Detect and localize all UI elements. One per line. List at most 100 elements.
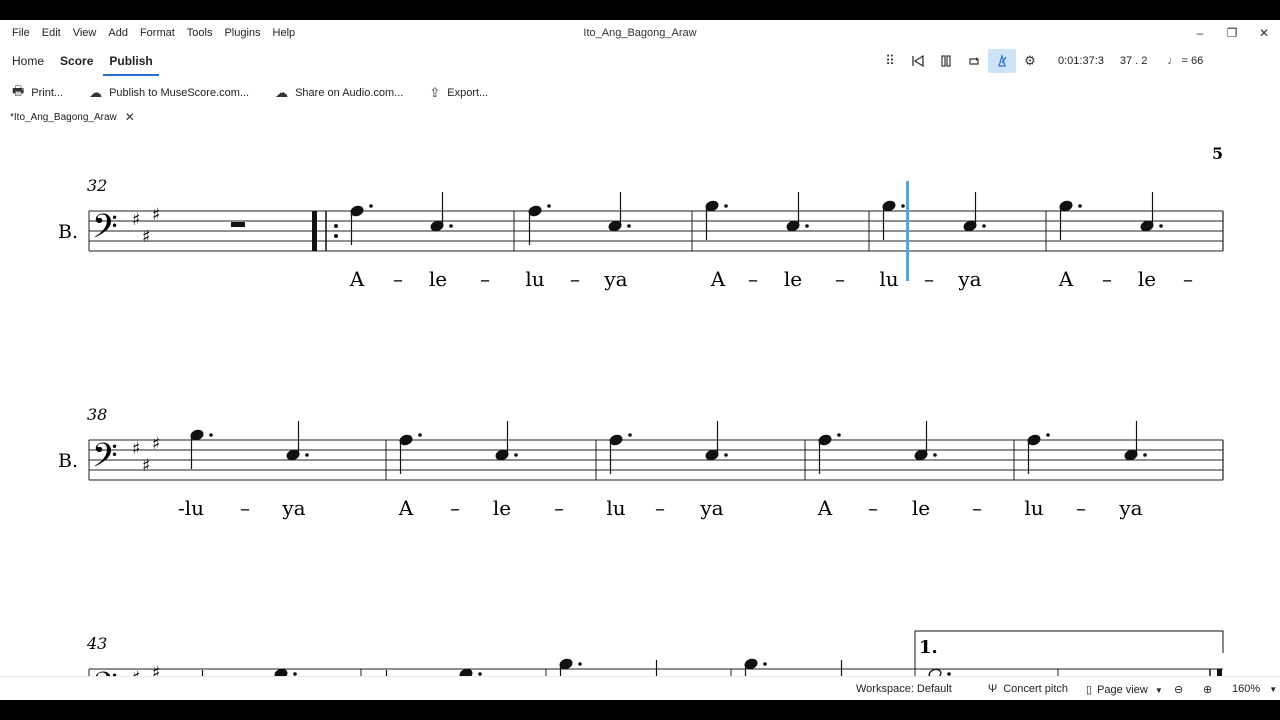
tempo-value: = 66 [1181, 55, 1204, 67]
status-bar: Workspace: Default Ψ Concert pitch ▯ Page … [0, 676, 1280, 700]
augmentation-dot [763, 662, 767, 666]
menu-plugins[interactable]: Plugins [218, 27, 266, 39]
sharp-icon: ♯ [142, 456, 150, 476]
score-canvas[interactable]: 5 32 B. 𝄢 ♯ ♯ ♯ A – le – lu – ya A – le – lu – ya A – le –38 B. 𝄢 ♯… [0, 128, 1280, 676]
lyric-syllable: A [710, 267, 726, 291]
repeat-dot [334, 234, 338, 238]
measure-number: 43 [86, 634, 107, 653]
tuning-fork-icon: Ψ [988, 683, 998, 695]
playback-settings-button[interactable]: ⚙ [1016, 49, 1044, 73]
chevron-down-icon: ▼ [1269, 685, 1278, 694]
lyric-syllable: le [784, 267, 802, 291]
export-label: Export... [447, 87, 489, 99]
time-readout: 0:01:37:3 [1058, 55, 1104, 67]
tab-publish[interactable]: Publish [101, 46, 160, 76]
tab-score[interactable]: Score [52, 46, 101, 76]
lyric-syllable: – [450, 496, 460, 520]
augmentation-dot [1159, 224, 1163, 228]
lyric-syllable: ya [957, 267, 981, 291]
lyric-syllable: – [570, 267, 580, 291]
print-button[interactable]: 🖶 Print... [12, 82, 63, 104]
export-button[interactable]: ⇪ Export... [429, 85, 488, 101]
augmentation-dot [982, 224, 986, 228]
close-icon[interactable]: ✕ [125, 110, 135, 124]
lyric-syllable: – [655, 496, 665, 520]
page-icon: ▯ [1086, 684, 1093, 696]
share-label: Share on Audio.com... [295, 87, 404, 99]
rewind-button[interactable] [904, 49, 932, 73]
close-window-button[interactable]: ✕ [1248, 20, 1280, 46]
augmentation-dot [305, 453, 309, 457]
whole-rest [231, 222, 245, 227]
lyric-syllable: -lu [178, 496, 204, 520]
rewind-icon [912, 54, 924, 68]
menu-tools[interactable]: Tools [181, 27, 219, 39]
augmentation-dot [578, 662, 582, 666]
menu-help[interactable]: Help [267, 27, 302, 39]
menu-bar: File Edit View Add Format Tools Plugins … [6, 27, 301, 39]
menu-view[interactable]: View [67, 27, 103, 39]
score-file-tab-label: *Ito_Ang_Bagong_Araw [10, 111, 117, 123]
lyric-syllable: A [1058, 267, 1074, 291]
menu-edit[interactable]: Edit [36, 27, 67, 39]
zoom-in-button[interactable]: ⊕ [1203, 683, 1212, 696]
sharp-icon: ♯ [152, 205, 160, 225]
bass-clef-icon: 𝄢 [92, 437, 118, 483]
loop-button[interactable] [960, 49, 988, 73]
metronome-icon [998, 54, 1007, 67]
page-view-selector[interactable]: ▯ Page view ▼ [1086, 683, 1163, 696]
lyric-syllable: le [912, 496, 930, 520]
zoom-level[interactable]: 160% ▼ [1232, 683, 1277, 695]
score-file-tab[interactable]: *Ito_Ang_Bagong_Araw ✕ [10, 110, 135, 124]
playback-toolbar: ⠿ ⚙ 0:01:37:3 37 . 2 ♩ = 66 [876, 46, 1203, 76]
menu-file[interactable]: File [6, 27, 36, 39]
metronome-button[interactable] [988, 49, 1016, 73]
menu-add[interactable]: Add [102, 27, 134, 39]
concert-pitch-toggle[interactable]: Ψ Concert pitch [988, 683, 1068, 695]
lyric-syllable: le [429, 267, 447, 291]
thick-barline [312, 211, 317, 251]
lyric-syllable: lu [1024, 496, 1043, 520]
chevron-down-icon: ▼ [1154, 686, 1163, 695]
drag-handle-icon[interactable]: ⠿ [876, 49, 904, 73]
lyric-syllable: A [817, 496, 833, 520]
lyric-syllable: ya [281, 496, 305, 520]
share-audio-button[interactable]: ☁ Share on Audio.com... [275, 85, 403, 101]
lyric-syllable: – [835, 267, 845, 291]
augmentation-dot [418, 433, 422, 437]
measure-beat-readout: 37 . 2 [1119, 55, 1148, 67]
augmentation-dot [1046, 433, 1050, 437]
measure-number: 38 [87, 405, 107, 424]
page-view-label: Page view [1097, 684, 1148, 696]
publish-musescore-button[interactable]: ☁ Publish to MuseScore.com... [89, 85, 249, 101]
restore-button[interactable]: ❐ [1216, 20, 1248, 46]
print-label: Print... [31, 87, 64, 99]
sharp-icon: ♯ [142, 227, 150, 247]
pause-button[interactable] [932, 49, 960, 73]
lyric-syllable: – [748, 267, 758, 291]
title-bar: File Edit View Add Format Tools Plugins … [0, 20, 1280, 46]
tab-home[interactable]: Home [4, 46, 52, 76]
volta-label: 1. [919, 637, 938, 658]
lyric-syllable: – [554, 496, 564, 520]
augmentation-dot [449, 224, 453, 228]
instrument-name: B. [58, 450, 78, 472]
sharp-icon: ♯ [132, 668, 140, 676]
measure-number: 32 [87, 176, 107, 195]
menu-format[interactable]: Format [134, 27, 181, 39]
sharp-icon: ♯ [132, 210, 140, 230]
gear-icon: ⚙ [1024, 53, 1036, 68]
minimize-button[interactable]: – [1184, 20, 1216, 46]
instrument-name: B. [58, 221, 78, 243]
lyric-syllable: – [972, 496, 982, 520]
cloud-share-icon: ☁ [275, 85, 289, 100]
augmentation-dot [514, 453, 518, 457]
workspace-selector[interactable]: Workspace: Default [856, 683, 952, 695]
augmentation-dot [724, 453, 728, 457]
lyric-syllable: – [393, 267, 403, 291]
lyric-syllable: ya [603, 267, 627, 291]
loop-icon [969, 57, 979, 65]
augmentation-dot [628, 433, 632, 437]
zoom-out-button[interactable]: ⊖ [1174, 683, 1183, 696]
lyric-syllable: A [349, 267, 365, 291]
